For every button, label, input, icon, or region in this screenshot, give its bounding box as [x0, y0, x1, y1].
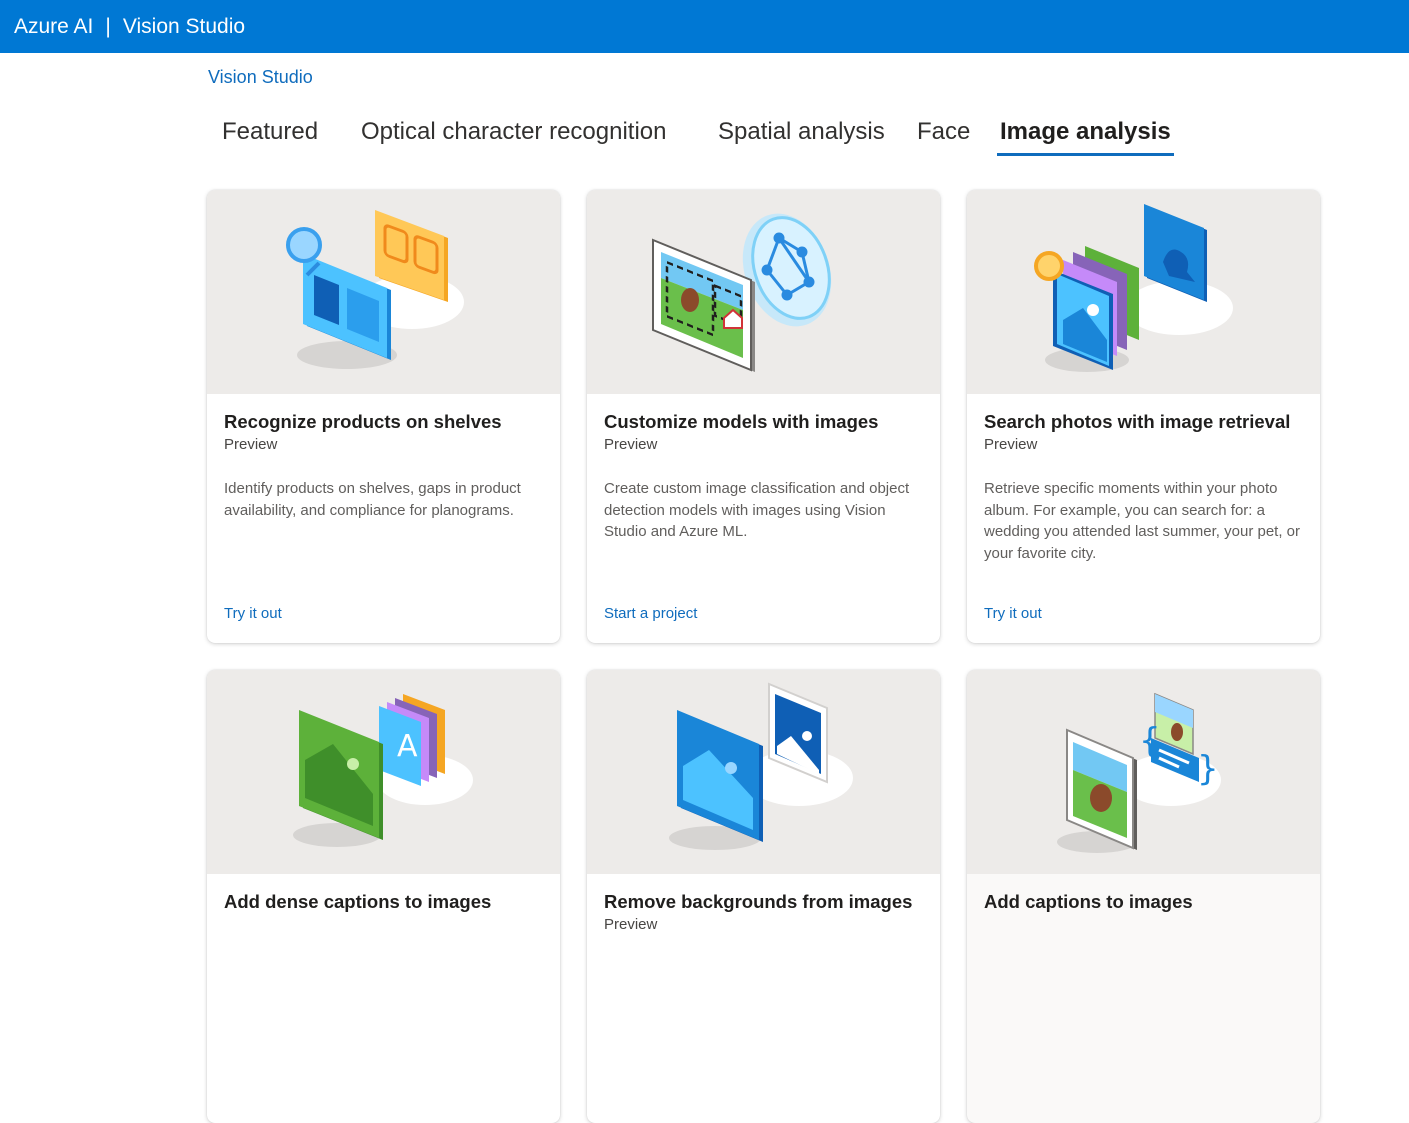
image-retrieval-illustration [1034, 204, 1233, 372]
try-it-out-link[interactable]: Try it out [984, 605, 1042, 622]
captions-illustration: { } [1057, 692, 1221, 853]
card-description: Retrieve specific moments within your ph… [984, 480, 1301, 563]
card-illustration: { } [967, 670, 1320, 874]
background-removal-illustration [669, 682, 853, 850]
svg-text:{: { [1139, 721, 1161, 761]
card-title: Add captions to images [984, 891, 1193, 912]
card-title: Search photos with image retrieval [984, 411, 1291, 432]
card-title: Customize models with images [604, 411, 879, 432]
svg-text:}: } [1197, 749, 1219, 789]
card-description: Create custom image classification and o… [604, 480, 910, 541]
custom-model-illustration [652, 213, 832, 372]
letter-a-glyph: A [397, 729, 418, 764]
card-remove-backgrounds[interactable]: Remove backgrounds from images Preview [587, 670, 940, 1123]
tab-image-analysis[interactable]: Image analysis [997, 118, 1174, 156]
card-title: Add dense captions to images [224, 891, 492, 912]
card-title: Recognize products on shelves [224, 411, 502, 432]
card-recognize-products[interactable]: Recognize products on shelves Preview Id… [207, 190, 560, 643]
card-image-retrieval[interactable]: Search photos with image retrieval Previ… [967, 190, 1320, 643]
try-it-out-link[interactable]: Try it out [224, 605, 282, 622]
brand-name[interactable]: Azure AI [14, 15, 93, 39]
card-description: Identify products on shelves, gaps in pr… [224, 480, 521, 519]
card-title: Remove backgrounds from images [604, 891, 913, 912]
card-illustration [587, 190, 940, 394]
preview-badge: Preview [224, 436, 278, 453]
category-tabs: Featured Optical character recognition S… [0, 118, 1409, 164]
tab-spatial-analysis[interactable]: Spatial analysis [718, 118, 885, 156]
card-illustration: A [207, 670, 560, 874]
breadcrumb-vision-studio[interactable]: Vision Studio [208, 67, 313, 88]
card-illustration [587, 670, 940, 874]
card-add-captions[interactable]: { } Add captions to images [967, 670, 1320, 1123]
start-project-link[interactable]: Start a project [604, 605, 697, 622]
product-recognition-illustration [286, 210, 464, 369]
card-illustration [967, 190, 1320, 394]
tab-face[interactable]: Face [917, 118, 970, 156]
card-illustration [207, 190, 560, 394]
preview-badge: Preview [604, 916, 658, 933]
top-header-bar: Azure AI | Vision Studio [0, 0, 1409, 53]
dense-captions-illustration: A [293, 694, 473, 847]
card-dense-captions[interactable]: A Add dense captions to images [207, 670, 560, 1123]
card-customize-models[interactable]: Customize models with images Preview Cre… [587, 190, 940, 643]
tab-featured[interactable]: Featured [222, 118, 318, 156]
header-separator: | [105, 14, 111, 38]
product-name[interactable]: Vision Studio [123, 15, 245, 39]
tab-ocr[interactable]: Optical character recognition [361, 118, 666, 156]
preview-badge: Preview [984, 436, 1038, 453]
preview-badge: Preview [604, 436, 658, 453]
